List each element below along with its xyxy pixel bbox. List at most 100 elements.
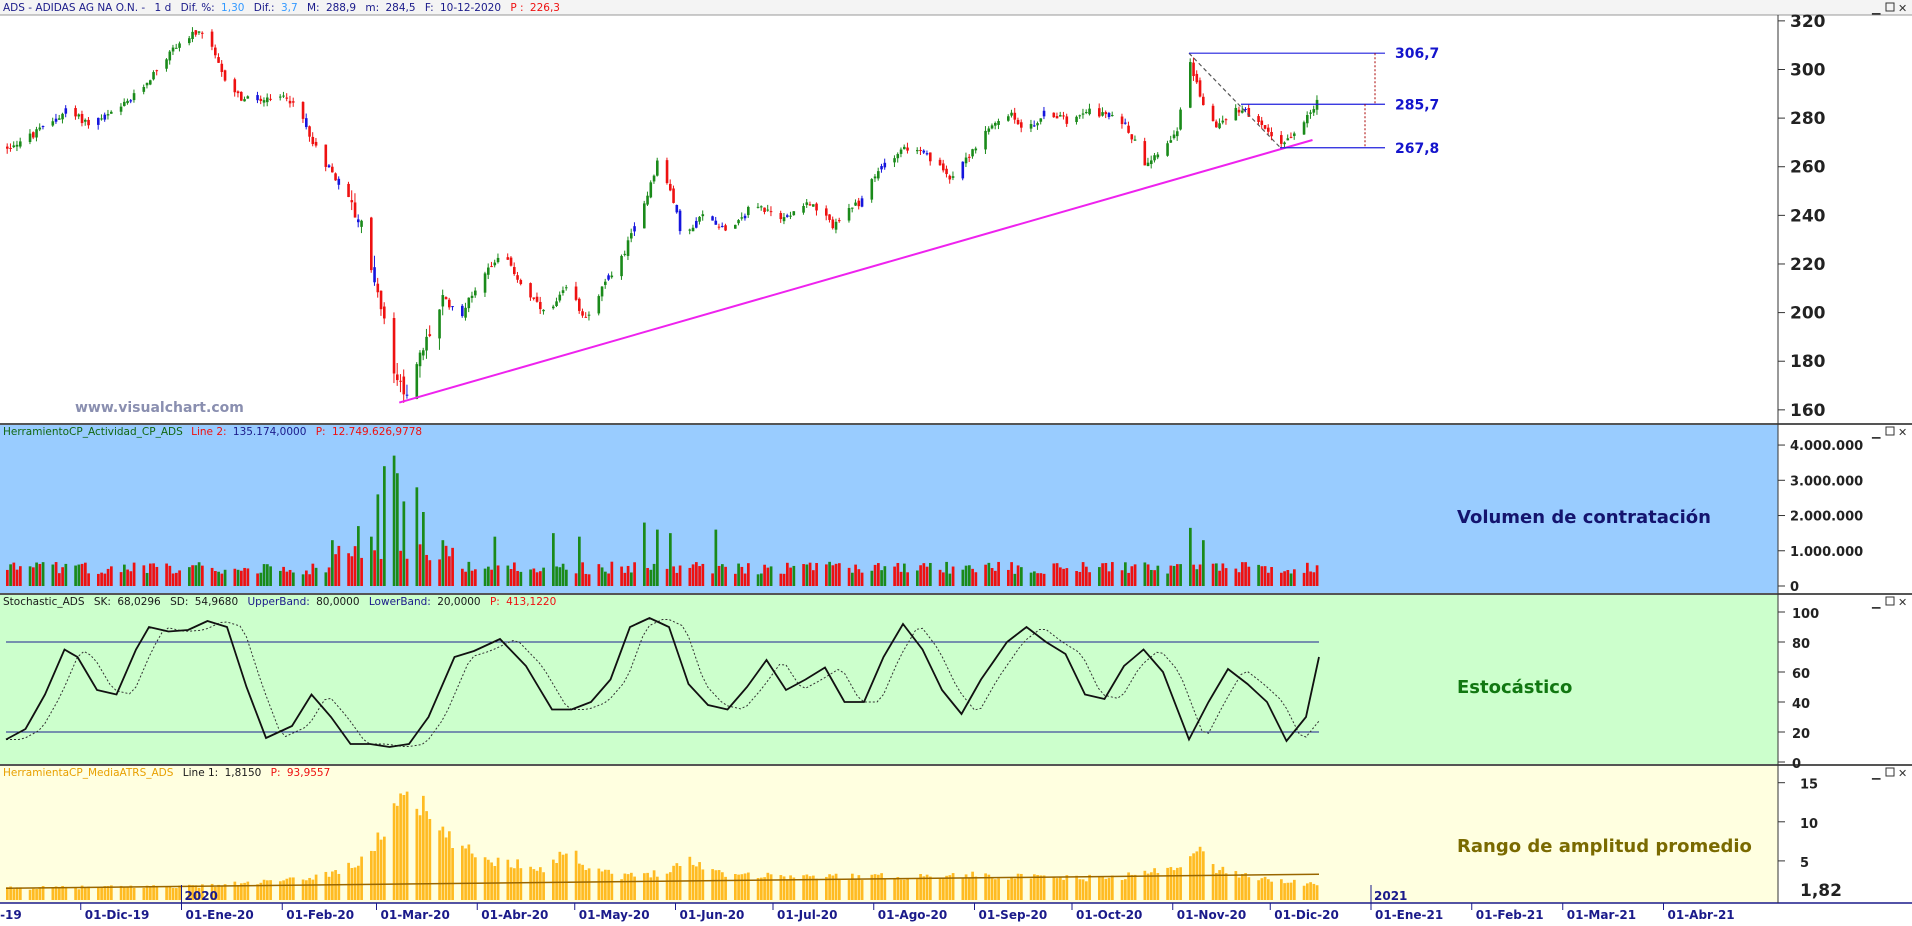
volume-bar	[269, 566, 272, 586]
candle-body	[399, 380, 402, 382]
atr-bar	[880, 873, 883, 900]
volume-bar	[717, 565, 721, 586]
volume-bar	[1215, 563, 1218, 586]
y-tick-label: 260	[1790, 158, 1826, 178]
candle-body	[464, 307, 467, 318]
minimize-icon[interactable]: ▁	[1871, 426, 1881, 439]
volume-bar	[1244, 562, 1247, 586]
atr-bar	[19, 887, 22, 900]
candle-body	[327, 165, 331, 168]
volume-bar	[789, 567, 792, 586]
volume-bar	[828, 561, 831, 586]
minimize-icon[interactable]: ▁	[1871, 596, 1881, 609]
volume-bar	[461, 568, 464, 586]
atr-bar	[126, 886, 129, 900]
volume-bar	[786, 562, 789, 586]
close-icon[interactable]: ✕	[1898, 2, 1907, 15]
candle-body	[838, 220, 841, 222]
volume-bar	[353, 546, 357, 586]
candle-body	[1234, 107, 1238, 121]
candle-body	[1078, 115, 1082, 117]
volume-bar	[1237, 572, 1241, 586]
volume-bar	[28, 566, 32, 586]
candle-body	[197, 31, 201, 33]
candle-body	[1016, 119, 1020, 125]
candle-body	[35, 129, 38, 138]
atr-bar	[438, 830, 441, 900]
atr-bar	[1052, 877, 1056, 900]
atr-bar	[1075, 875, 1078, 900]
atr-bar	[779, 875, 783, 900]
close-icon[interactable]: ✕	[1898, 596, 1907, 609]
volume-bar	[334, 554, 337, 586]
candle-body	[851, 207, 854, 209]
volume-bar	[925, 566, 929, 586]
candle-body	[1192, 62, 1195, 77]
close-icon[interactable]: ✕	[1898, 426, 1907, 439]
volume-bar	[737, 563, 740, 586]
minimize-icon[interactable]: ▁	[1871, 767, 1881, 780]
level-label: 285,7	[1395, 97, 1439, 113]
volume-bar	[769, 566, 773, 586]
candle-body	[513, 267, 516, 274]
volume-bar	[763, 564, 766, 586]
candle-body	[1111, 115, 1114, 117]
candle-body	[305, 118, 308, 128]
candle-body	[51, 121, 55, 126]
candle-body	[509, 257, 513, 266]
candle-body	[675, 204, 679, 213]
candle-body	[542, 309, 545, 312]
volume-bar	[428, 560, 432, 586]
volume-bar	[1169, 565, 1173, 586]
volume-bar	[1127, 572, 1130, 586]
volume-bar	[15, 569, 19, 586]
volume-bar	[779, 573, 783, 586]
volume-bar	[1120, 570, 1124, 586]
candle-body	[945, 168, 948, 175]
volume-bar	[80, 563, 84, 586]
volume-bar	[698, 566, 701, 586]
atr-bar	[444, 837, 448, 900]
candle-body	[483, 273, 487, 293]
volume-bar	[1133, 564, 1137, 586]
volume-bar	[656, 529, 659, 586]
volume-bar	[552, 533, 555, 586]
candle-body	[604, 281, 607, 285]
atr-bar	[149, 887, 152, 900]
atr-bar	[1010, 877, 1013, 900]
x-tick-label: 01-Nov-20	[1177, 908, 1246, 922]
candle-body	[152, 72, 155, 80]
atr-bar	[600, 871, 604, 900]
volume-bar	[994, 570, 997, 586]
volume-bar	[1153, 570, 1156, 586]
minimize-icon[interactable]: ▁	[1871, 2, 1881, 15]
atr-bar	[38, 887, 42, 900]
candle-body	[379, 290, 383, 310]
volume-bar	[929, 562, 932, 586]
volume-bar	[626, 565, 630, 586]
volume-bar	[561, 563, 565, 586]
candle-body	[711, 216, 714, 221]
volume-bar	[831, 565, 835, 586]
candle-body	[119, 106, 123, 112]
atr-bar	[145, 885, 149, 900]
x-tick-label: 01-Sep-20	[979, 908, 1048, 922]
atr-bar	[643, 873, 646, 900]
atr-bar	[396, 805, 399, 900]
candle-body	[1280, 135, 1283, 144]
candle-body	[223, 70, 227, 81]
candle-body	[373, 267, 376, 283]
volume-bar	[701, 563, 705, 586]
volume-bar	[880, 570, 883, 586]
volume-bar	[1166, 573, 1169, 586]
candle-body	[831, 219, 835, 229]
atr-bar	[474, 857, 477, 900]
candle-body	[1283, 142, 1286, 145]
close-icon[interactable]: ✕	[1898, 767, 1907, 780]
candle-body	[633, 226, 636, 232]
atr-bar	[721, 872, 724, 900]
volume-bar	[997, 561, 1000, 586]
atr-bar	[347, 862, 350, 900]
atr-bar	[142, 887, 146, 900]
volume-bar	[1189, 527, 1192, 586]
